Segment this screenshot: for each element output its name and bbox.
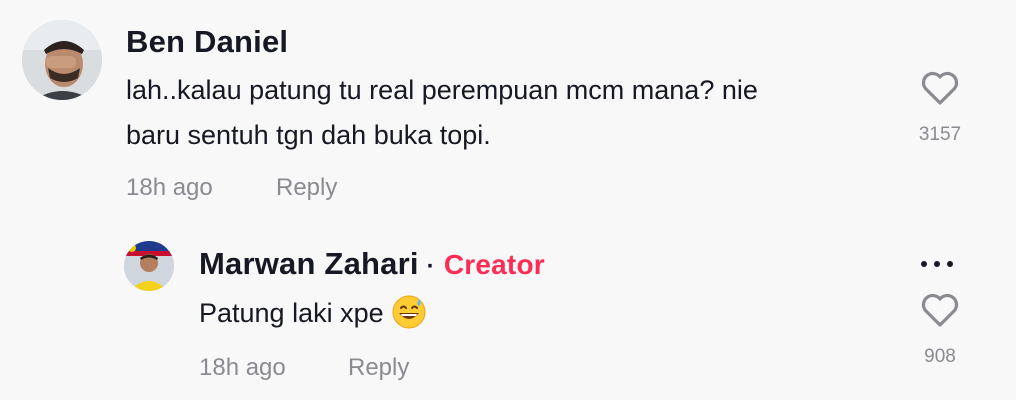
like-button[interactable]: 3157	[905, 70, 975, 146]
heart-icon[interactable]	[920, 292, 960, 328]
more-dot	[934, 261, 940, 267]
creator-badge: Creator	[443, 249, 545, 280]
separator-dot: ·	[426, 253, 435, 280]
avatar[interactable]	[124, 241, 174, 291]
grinning-sweat-emoji-icon	[392, 295, 426, 329]
reply-text-content: Patung laki xpe	[199, 298, 384, 328]
reply-text: Patung laki xpe	[199, 291, 426, 336]
more-options-button[interactable]	[921, 261, 953, 267]
person-hand-on-face-avatar-icon	[22, 20, 102, 100]
reply-author-row: Marwan Zahari · Creator	[199, 246, 545, 282]
comment-text: lah..kalau patung tu real perempuan mcm …	[126, 68, 758, 158]
person-yellow-shirt-avatar-icon	[124, 241, 174, 291]
reply-timestamp: 18h ago	[199, 354, 286, 381]
reply-author[interactable]: Marwan Zahari	[199, 246, 419, 281]
comment-author[interactable]: Ben Daniel	[126, 24, 288, 60]
like-count: 3157	[918, 124, 962, 145]
more-dot	[947, 261, 953, 267]
comment-timestamp: 18h ago	[126, 174, 213, 201]
more-dot	[921, 261, 927, 267]
like-count: 908	[924, 346, 956, 367]
like-button[interactable]: 908	[905, 292, 975, 368]
comment-text-line: lah..kalau patung tu real perempuan mcm …	[126, 75, 758, 105]
heart-icon[interactable]	[920, 70, 960, 106]
avatar[interactable]	[22, 20, 102, 100]
reply-button[interactable]: Reply	[348, 354, 409, 382]
comment-text-line: baru sentuh tgn dah buka topi.	[126, 120, 491, 150]
reply-button[interactable]: Reply	[276, 174, 337, 202]
